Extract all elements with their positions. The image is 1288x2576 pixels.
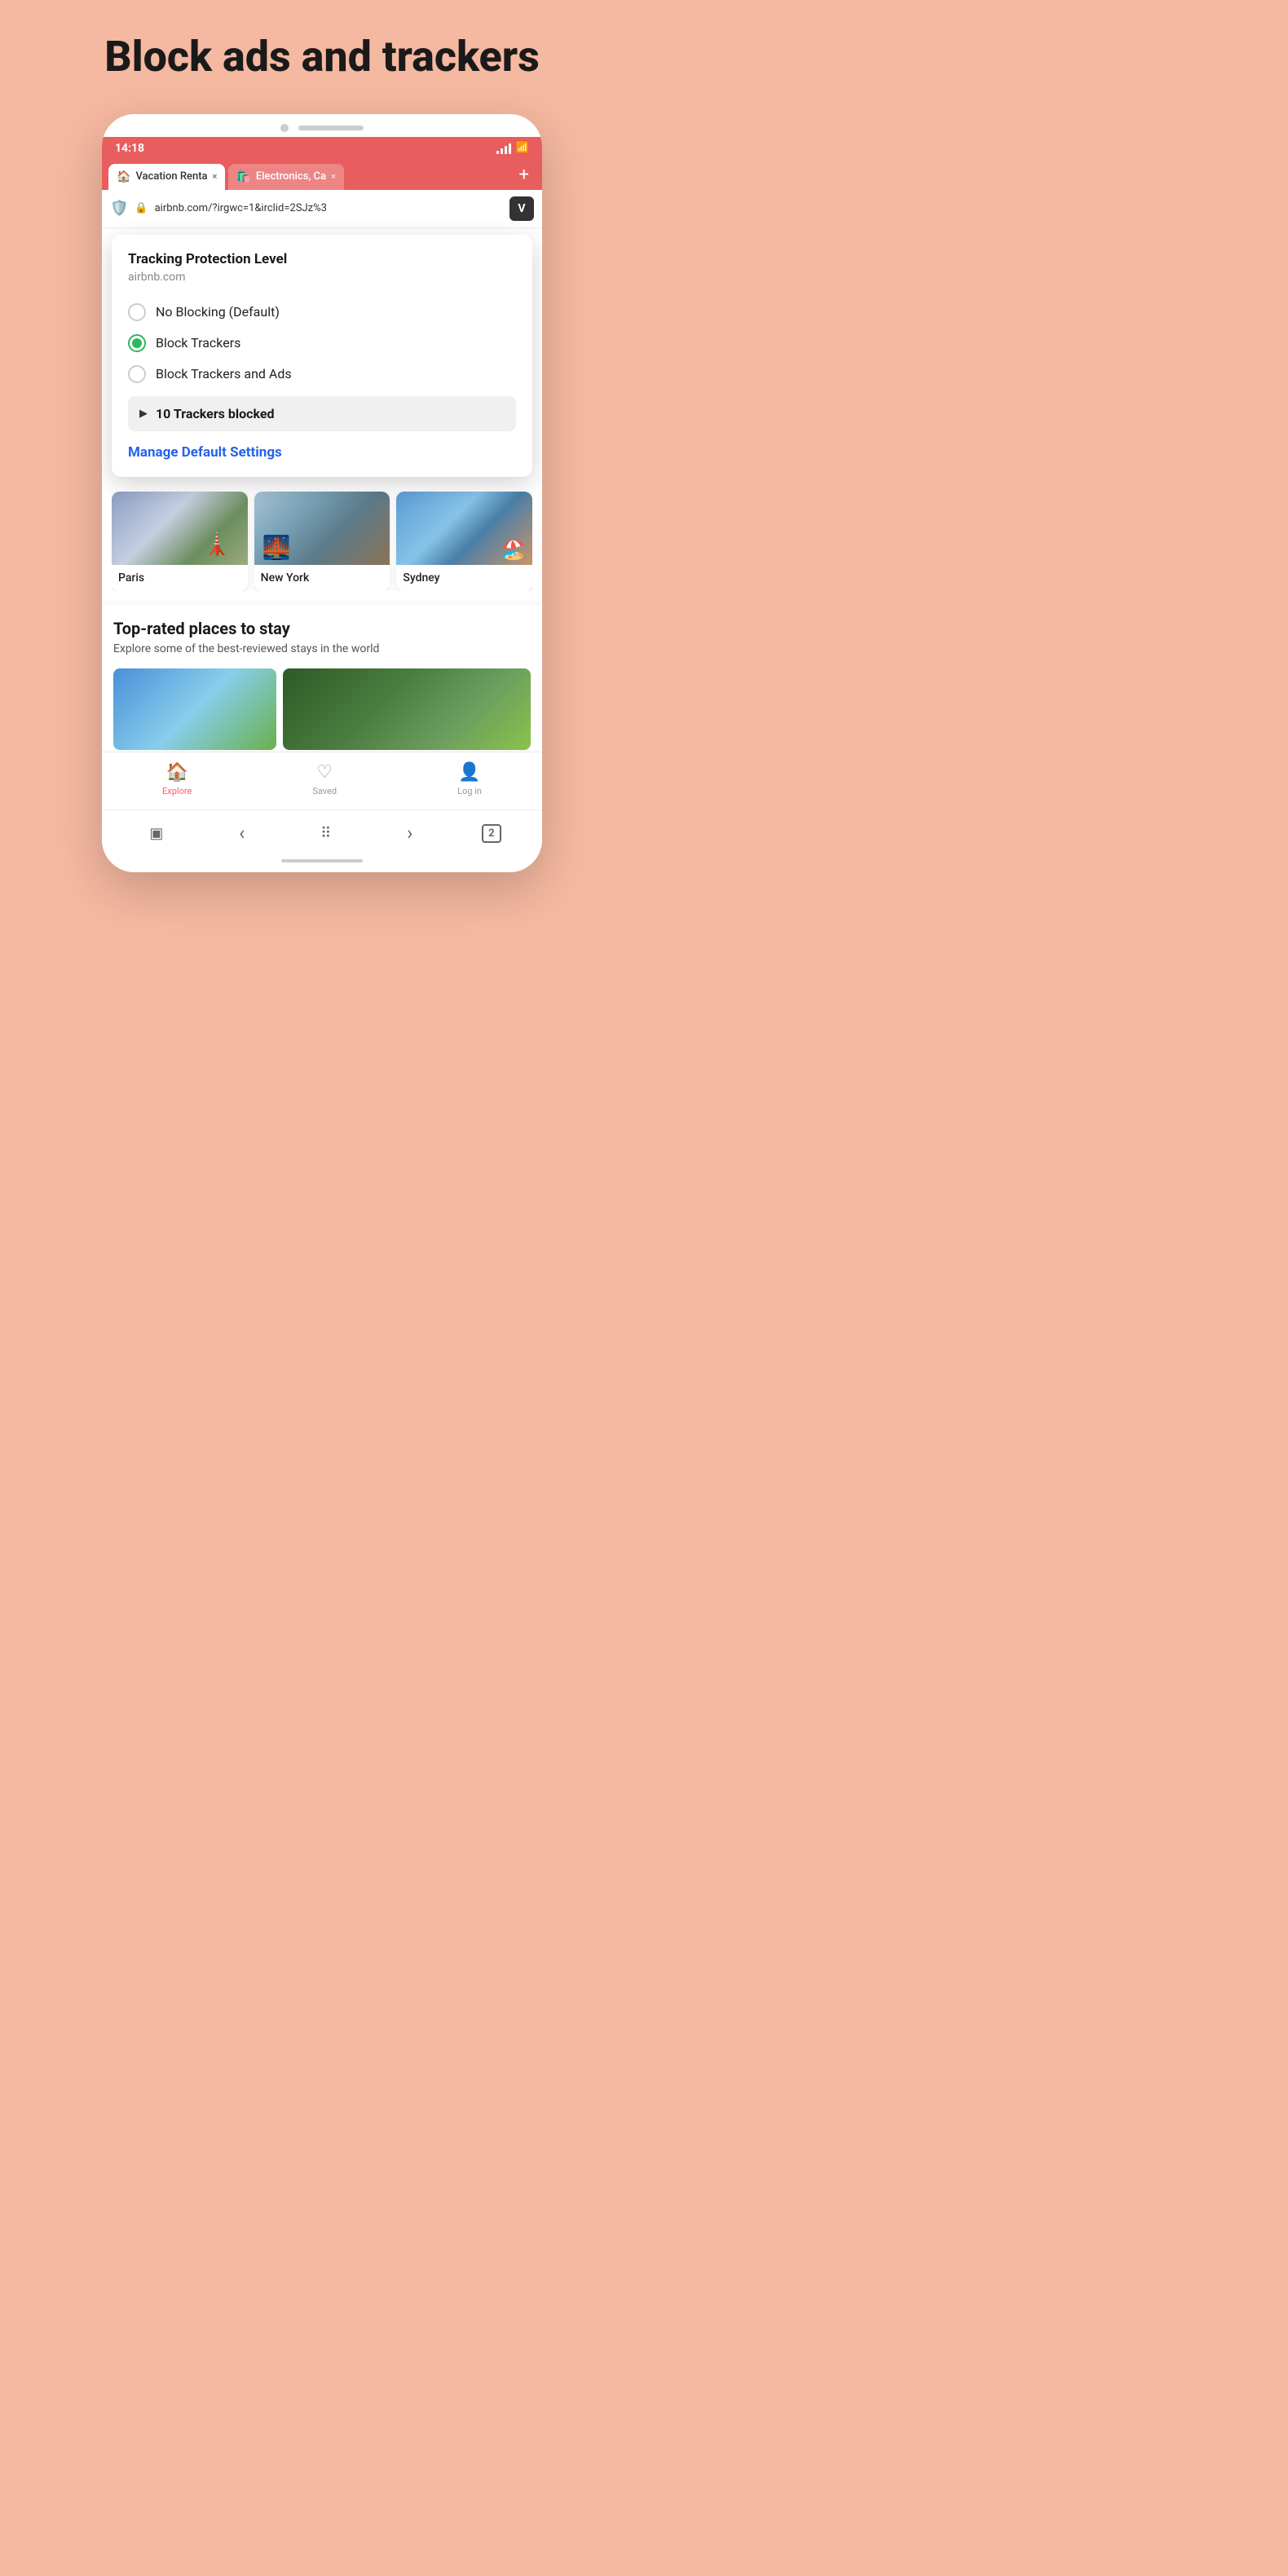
tabs-bar: 🏠 Vacation Renta × 🛍️ Electronics, Ca × … xyxy=(102,160,542,190)
tab-electronics-title: Electronics, Ca xyxy=(256,170,326,183)
trackers-arrow-icon: ▶ xyxy=(139,408,148,420)
city-image-sydney xyxy=(396,492,532,565)
manage-default-settings-link[interactable]: Manage Default Settings xyxy=(128,444,516,461)
top-rated-subtitle: Explore some of the best-reviewed stays … xyxy=(113,642,531,658)
top-rated-image-1 xyxy=(113,668,276,750)
top-rated-section: Top-rated places to stay Explore some of… xyxy=(102,606,542,751)
browser-content: Paris New York Sydney Top-rated places t… xyxy=(102,483,542,810)
top-rated-image-2 xyxy=(283,668,531,750)
status-bar: 14:18 📶 xyxy=(102,137,542,160)
signal-bar-3 xyxy=(505,146,507,154)
trackers-blocked-row[interactable]: ▶ 10 Trackers blocked xyxy=(128,396,516,431)
phone-camera xyxy=(280,124,289,132)
page-title: Block ads and trackers xyxy=(104,33,540,82)
sidebar-toggle-button[interactable]: ▣ xyxy=(143,822,170,845)
city-card-sydney[interactable]: Sydney xyxy=(396,492,532,591)
shield-icon: 🛡️ xyxy=(110,200,128,217)
phone-speaker xyxy=(298,126,364,130)
forward-button[interactable]: › xyxy=(400,818,419,848)
signal-bar-2 xyxy=(501,148,503,154)
saved-label: Saved xyxy=(312,786,337,796)
app-nav: 🏠 Explore ♡ Saved 👤 Log in xyxy=(102,752,542,809)
browser-bottom-bar: ▣ ‹ ⠿ › 2 xyxy=(102,809,542,856)
lock-icon: 🔒 xyxy=(135,202,148,214)
url-text[interactable]: airbnb.com/?irgwc=1&irclid=2SJz%3 xyxy=(155,202,503,214)
city-card-paris[interactable]: Paris xyxy=(112,492,248,591)
tab-airbnb-favicon: 🏠 xyxy=(117,170,130,183)
status-time: 14:18 xyxy=(115,142,144,155)
tab-electronics-favicon: 🛍️ xyxy=(236,170,250,183)
radio-no-blocking[interactable] xyxy=(128,303,146,321)
tab-electronics[interactable]: 🛍️ Electronics, Ca × xyxy=(228,164,344,190)
explore-label: Explore xyxy=(162,786,192,796)
city-name-sydney: Sydney xyxy=(396,565,532,591)
nav-login[interactable]: 👤 Log in xyxy=(457,762,482,796)
city-row: Paris New York Sydney xyxy=(112,492,532,591)
tab-airbnb[interactable]: 🏠 Vacation Renta × xyxy=(108,164,225,190)
phone-home-bar xyxy=(281,859,363,862)
option-block-trackers-label: Block Trackers xyxy=(156,335,240,351)
vivaldi-logo[interactable]: V xyxy=(509,196,534,221)
nav-saved[interactable]: ♡ Saved xyxy=(312,762,337,796)
top-rated-images xyxy=(113,668,531,750)
city-section: Paris New York Sydney xyxy=(102,483,542,601)
nav-explore[interactable]: 🏠 Explore xyxy=(162,762,192,796)
signal-icon xyxy=(496,143,511,154)
tracking-protection-popup: Tracking Protection Level airbnb.com No … xyxy=(112,235,532,477)
option-block-trackers-ads-label: Block Trackers and Ads xyxy=(156,366,292,382)
city-image-paris xyxy=(112,492,248,565)
trackers-blocked-label: 10 Trackers blocked xyxy=(156,406,275,421)
phone-device: 14:18 📶 🏠 Vacation Renta × 🛍️ Electronic… xyxy=(102,114,542,873)
option-block-trackers[interactable]: Block Trackers xyxy=(128,328,516,359)
login-icon: 👤 xyxy=(458,762,480,783)
phone-bottom xyxy=(102,856,542,872)
signal-bar-4 xyxy=(509,143,511,154)
city-card-newyork[interactable]: New York xyxy=(254,492,390,591)
explore-icon: 🏠 xyxy=(165,762,187,783)
grid-button[interactable]: ⠿ xyxy=(314,822,337,845)
tab-airbnb-close[interactable]: × xyxy=(213,171,218,182)
back-button[interactable]: ‹ xyxy=(232,818,251,848)
tab-airbnb-title: Vacation Renta xyxy=(135,170,207,183)
city-name-paris: Paris xyxy=(112,565,248,591)
phone-top-bar xyxy=(102,114,542,137)
popup-subtitle: airbnb.com xyxy=(128,271,516,284)
url-bar: 🛡️ 🔒 airbnb.com/?irgwc=1&irclid=2SJz%3 V xyxy=(102,190,542,228)
city-name-newyork: New York xyxy=(254,565,390,591)
top-rated-title: Top-rated places to stay xyxy=(113,619,531,638)
city-image-newyork xyxy=(254,492,390,565)
saved-icon: ♡ xyxy=(316,762,333,783)
radio-block-trackers[interactable] xyxy=(128,334,146,352)
option-no-blocking-label: No Blocking (Default) xyxy=(156,304,280,320)
tab-electronics-close[interactable]: × xyxy=(331,171,336,182)
signal-bar-1 xyxy=(496,151,499,154)
option-no-blocking[interactable]: No Blocking (Default) xyxy=(128,297,516,328)
tab-add-button[interactable]: + xyxy=(513,160,536,190)
radio-block-trackers-ads[interactable] xyxy=(128,365,146,383)
option-block-trackers-ads[interactable]: Block Trackers and Ads xyxy=(128,359,516,390)
tabs-count-button[interactable]: 2 xyxy=(482,824,501,843)
wifi-icon: 📶 xyxy=(516,142,529,154)
login-label: Log in xyxy=(457,786,482,796)
popup-title: Tracking Protection Level xyxy=(128,251,516,267)
status-icons: 📶 xyxy=(496,142,529,154)
